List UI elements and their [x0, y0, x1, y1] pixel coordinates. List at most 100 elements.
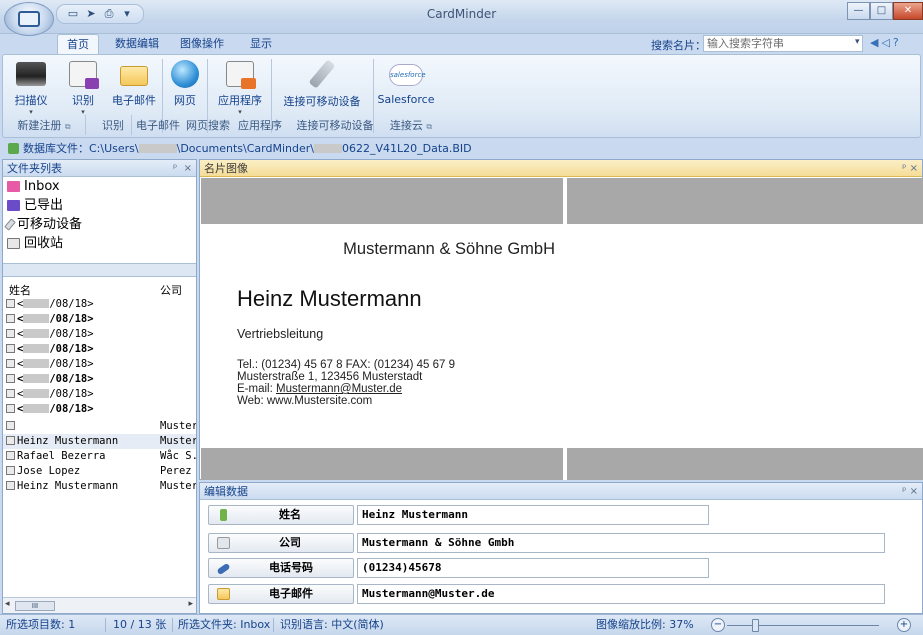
tab-display[interactable]: 显示 — [241, 34, 281, 54]
card-company: Mustermann & Söhne GmbH — [343, 240, 555, 258]
pointer-icon[interactable]: ➤ — [83, 7, 99, 21]
splitter[interactable] — [3, 263, 196, 277]
list-item[interactable]: </08/18> — [3, 312, 196, 327]
recognize-icon — [69, 61, 99, 89]
card-phone-line: Tel.: (01234) 45 67 8 FAX: (01234) 45 67… — [237, 359, 456, 371]
card-icon — [6, 451, 15, 460]
zoom-slider-thumb[interactable] — [752, 619, 759, 632]
list-item[interactable]: </08/18> — [3, 342, 196, 357]
card-list-header: 姓名 公司 — [3, 280, 196, 298]
card-image-area[interactable]: Mustermann & Söhne GmbH Heinz Mustermann… — [201, 178, 923, 480]
list-item[interactable]: </08/18> — [3, 297, 196, 312]
search-label: 搜索名片： — [651, 39, 706, 52]
chevron-down-icon[interactable]: ▾ — [855, 37, 860, 47]
application-button[interactable]: 应用程序 ▾ — [213, 59, 267, 116]
group-label-new-registration: 新建注册 ⧉ — [17, 119, 71, 132]
company-input[interactable]: Mustermann & Söhne Gmbh — [357, 533, 885, 553]
recognize-button[interactable]: 识别 ▾ — [63, 59, 103, 116]
list-item[interactable]: </08/18> — [3, 357, 196, 372]
folder-item-mobile-device[interactable]: 可移动设备 — [3, 215, 196, 234]
zoom-in-button[interactable]: + — [897, 618, 911, 632]
card-person-name: Heinz Mustermann — [237, 286, 422, 311]
search-input[interactable]: 输入搜索字符串 — [703, 35, 863, 52]
app-icon — [226, 61, 256, 89]
card-icon — [6, 436, 15, 445]
phone-input[interactable]: (01234)45678 — [357, 558, 709, 578]
recycle-bin-icon — [7, 238, 20, 249]
salesforce-button[interactable]: salesforce Salesforce — [377, 59, 435, 106]
scanner-icon[interactable]: ▭ — [65, 7, 81, 21]
app-logo-icon — [18, 11, 40, 27]
email-button[interactable]: 电子邮件 — [109, 59, 159, 108]
tab-home[interactable]: 首页 — [57, 34, 99, 54]
close-button[interactable]: ✕ — [893, 2, 923, 20]
web-button[interactable]: 网页 — [167, 59, 203, 108]
web-icon — [171, 60, 199, 88]
group-label-connect-mobile: 连接可移动设备 — [296, 119, 374, 132]
name-field-button[interactable]: 姓名 — [208, 505, 354, 525]
card-icon — [6, 481, 15, 490]
list-item[interactable]: </08/18> — [3, 387, 196, 402]
list-item[interactable]: Rafael Bezerra Wåc S. — [3, 449, 196, 464]
phone-field-button[interactable]: 电话号码 — [208, 558, 354, 578]
dialog-launcher-icon[interactable]: ⧉ — [426, 122, 432, 131]
mobile-device-icon — [308, 59, 336, 89]
card-pane-title: 名片图像 — [204, 162, 248, 175]
status-bar: 所选项目数: 1 10 / 13 张 所选文件夹: Inbox 识别语言: 中文… — [0, 614, 923, 635]
business-card-image[interactable]: Mustermann & Söhne GmbH Heinz Mustermann… — [201, 224, 563, 448]
folder-pane-title: 文件夹列表 — [7, 162, 62, 175]
search-nav-icons[interactable]: ◀◁? — [870, 36, 902, 49]
business-card-back-image[interactable] — [567, 224, 923, 448]
connect-mobile-device-button[interactable]: 连接可移动设备 — [275, 59, 369, 109]
tab-data-edit[interactable]: 数据编辑 — [106, 34, 168, 54]
horizontal-scrollbar[interactable]: ◂ III ▸ — [3, 597, 196, 613]
group-label-web-search: 网页搜索 — [186, 119, 230, 132]
dialog-launcher-icon[interactable]: ⧉ — [65, 122, 71, 131]
maximize-button[interactable]: □ — [870, 2, 893, 20]
application-menu-button[interactable] — [4, 2, 54, 36]
card-icon — [6, 374, 15, 383]
scroll-thumb[interactable]: III — [15, 601, 55, 611]
zoom-out-button[interactable]: − — [711, 618, 725, 632]
card-icon — [6, 466, 15, 475]
edit-data-pane: 编辑数据 ᵖ × 姓名 Heinz Mustermann 公司 Musterma… — [199, 482, 923, 614]
dropdown-icon[interactable]: ▾ — [119, 7, 135, 21]
folder-item-recycle-bin[interactable]: 回收站 — [3, 234, 196, 253]
list-item[interactable]: </08/18> — [3, 327, 196, 342]
scanner-button[interactable]: 扫描仪 ▾ — [9, 59, 53, 116]
card-web-line: Web: www.Mustersite.com — [237, 395, 373, 407]
folder-item-inbox[interactable]: Inbox — [3, 177, 196, 196]
email-input[interactable]: Mustermann@Muster.de — [357, 584, 885, 604]
card-email-line: E-mail: Mustermann@Muster.de — [237, 383, 403, 395]
column-header-name[interactable]: 姓名 — [9, 282, 31, 298]
pane-controls[interactable]: ᵖ × — [902, 160, 918, 177]
minimize-button[interactable]: — — [847, 2, 870, 20]
card-icon — [6, 329, 15, 338]
card-image-pane: 名片图像 ᵖ × Mustermann & Söhne GmbH Heinz M… — [199, 159, 923, 480]
card-pane-header: 名片图像 ᵖ × — [200, 160, 922, 177]
scroll-left-icon[interactable]: ◂ — [5, 599, 10, 609]
pane-controls[interactable]: ᵖ × — [173, 160, 192, 177]
ribbon: 扫描仪 ▾ 识别 ▾ 电子邮件 网页 应用程序 ▾ 连接可移动设备 salesf… — [2, 54, 921, 138]
list-item[interactable]: Muster — [3, 419, 196, 434]
list-item[interactable]: Jose Lopez Perez — [3, 464, 196, 479]
tab-image-ops[interactable]: 图像操作 — [171, 34, 233, 54]
list-item[interactable]: Heinz Mustermann Muster — [3, 434, 196, 449]
list-item[interactable]: Heinz Mustermann Muster — [3, 479, 196, 494]
company-field-button[interactable]: 公司 — [208, 533, 354, 553]
pane-controls[interactable]: ᵖ × — [902, 483, 918, 500]
edit-pane-title: 编辑数据 — [204, 485, 248, 498]
chevron-down-icon: ▾ — [29, 108, 33, 116]
name-input[interactable]: Heinz Mustermann — [357, 505, 709, 525]
chevron-down-icon: ▾ — [81, 108, 85, 116]
list-item[interactable]: </08/18> — [3, 402, 196, 417]
print-icon[interactable]: ⎙ — [101, 7, 117, 21]
column-header-company[interactable]: 公司 — [160, 282, 182, 298]
email-field-button[interactable]: 电子邮件 — [208, 584, 354, 604]
scroll-right-icon[interactable]: ▸ — [188, 599, 193, 609]
list-item[interactable]: </08/18> — [3, 372, 196, 387]
card-role: Vertriebsleitung — [237, 327, 324, 341]
status-folder: 所选文件夹: Inbox — [178, 618, 271, 631]
folder-item-exported[interactable]: 已导出 — [3, 196, 196, 215]
zoom-slider-track[interactable] — [727, 625, 879, 626]
